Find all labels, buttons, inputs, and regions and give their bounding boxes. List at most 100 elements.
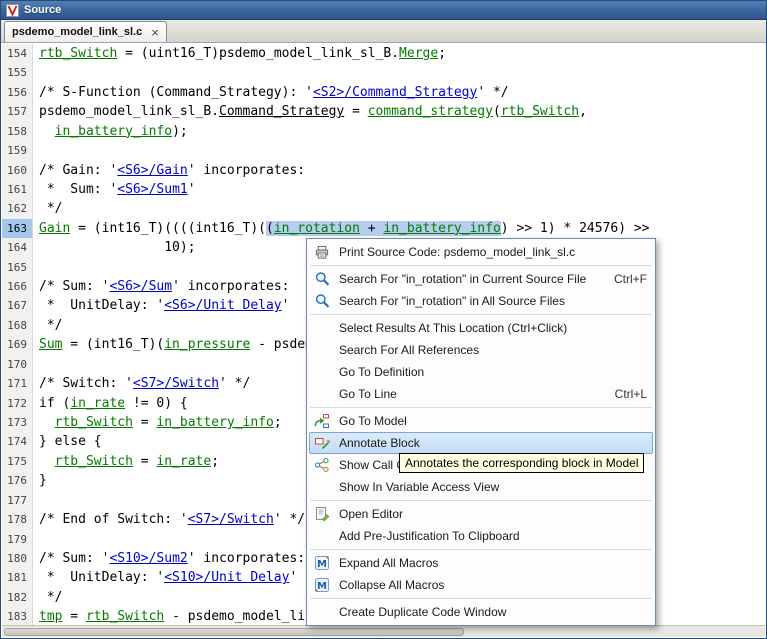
menu-item-label: Go To Definition [339,365,424,379]
code-link[interactable]: Gain [39,221,70,236]
code-link[interactable]: rtb_Switch [86,609,164,624]
code-text[interactable]: /* Sum: '<S10>/Sum2' incorporates: [33,549,305,568]
code-link[interactable]: rtb_Switch [55,415,133,430]
code-link[interactable]: command_strategy [368,104,493,119]
code-text[interactable] [33,141,39,160]
code-text[interactable]: psdemo_model_link_sl_B.Command_Strategy … [33,102,587,121]
code-line[interactable]: 155 [2,63,765,82]
code-text[interactable]: */ [33,316,62,335]
menu-item-print-source-code-psdemo-model-link-sl-c[interactable]: Print Source Code: psdemo_model_link_sl.… [309,241,653,263]
code-link[interactable]: rtb_Switch [55,454,133,469]
code-link[interactable]: <S6>/Sum [109,279,172,294]
menu-item-collapse-all-macros[interactable]: MCollapse All Macros [309,574,653,596]
code-link[interactable]: <S7>/Switch [133,376,219,391]
menu-item-search-for-in-rotation-in-all-source-files[interactable]: Search For "in_rotation" in All Source F… [309,290,653,312]
line-number: 173 [2,413,33,432]
menu-item-label: Print Source Code: psdemo_model_link_sl.… [339,245,575,259]
code-line[interactable]: 154rtb_Switch = (uint16_T)psdemo_model_l… [2,44,765,63]
menu-icon-empty [311,363,333,381]
code-link[interactable]: <S10>/Unit Delay [164,570,289,585]
code-line[interactable]: 159 [2,141,765,160]
code-line[interactable]: 157psdemo_model_link_sl_B.Command_Strate… [2,102,765,121]
code-token: ' */ [274,512,305,527]
code-text[interactable]: } else { [33,432,102,451]
code-text[interactable] [33,491,39,510]
code-link[interactable]: in_battery_info [383,221,500,236]
code-line[interactable]: 156/* S-Function (Command_Strategy): '<S… [2,83,765,102]
code-link[interactable]: in_rate [70,396,125,411]
code-line[interactable]: 162 */ [2,199,765,218]
code-text[interactable]: /* Switch: '<S7>/Switch' */ [33,374,250,393]
code-token: , [579,104,587,119]
line-number: 168 [2,316,33,335]
menu-item-search-for-in-rotation-in-current-source-file[interactable]: Search For "in_rotation" in Current Sour… [309,268,653,290]
code-link[interactable]: Merge [399,46,438,61]
code-text[interactable]: */ [33,199,62,218]
code-text[interactable]: } [33,471,47,490]
line-number: 155 [2,63,33,82]
code-link[interactable]: <S6>/Unit Delay [164,298,281,313]
code-text[interactable] [33,63,39,82]
code-text[interactable]: Gain = (int16_T)((((int16_T)((in_rotatio… [33,219,650,238]
tab-close-icon[interactable]: × [151,26,159,39]
menu-item-open-editor[interactable]: Open Editor [309,503,653,525]
menu-separator [310,314,652,315]
code-text[interactable] [33,258,39,277]
line-number: 158 [2,122,33,141]
source-window: Source psdemo_model_link_sl.c × 154rtb_S… [0,0,767,639]
code-link[interactable]: Sum [39,337,62,352]
menu-item-go-to-definition[interactable]: Go To Definition [309,361,653,383]
code-text[interactable]: rtb_Switch = in_battery_info; [33,413,282,432]
code-text[interactable]: rtb_Switch = (uint16_T)psdemo_model_link… [33,44,446,63]
code-text[interactable]: /* Gain: '<S6>/Gain' incorporates: [33,161,305,180]
code-link[interactable]: rtb_Switch [39,46,117,61]
code-text[interactable]: /* Sum: '<S6>/Sum' incorporates: [33,277,289,296]
code-line[interactable]: 163Gain = (int16_T)((((int16_T)((in_rota… [2,219,765,238]
code-link[interactable]: <S7>/Switch [188,512,274,527]
code-line[interactable]: 160/* Gain: '<S6>/Gain' incorporates: [2,161,765,180]
code-text[interactable]: 10); [33,238,196,257]
code-link[interactable]: in_rotation [274,221,360,236]
menu-item-go-to-line[interactable]: Go To LineCtrl+L [309,383,653,405]
code-link[interactable]: <S10>/Sum2 [109,551,187,566]
code-link[interactable]: rtb_Switch [501,104,579,119]
code-token: ) >> 1) * 24576) >> [501,221,650,236]
code-link[interactable]: in_rate [156,454,211,469]
code-text[interactable]: * UnitDelay: '<S10>/Unit Delay' [33,568,297,587]
menu-item-go-to-model[interactable]: Go To Model [309,410,653,432]
code-text[interactable]: /* S-Function (Command_Strategy): '<S2>/… [33,83,509,102]
menu-item-select-results-at-this-location-ctrl-click[interactable]: Select Results At This Location (Ctrl+Cl… [309,317,653,339]
code-link[interactable]: in_battery_info [55,124,172,139]
menu-item-create-duplicate-code-window[interactable]: Create Duplicate Code Window [309,601,653,623]
code-line[interactable]: 158 in_battery_info); [2,122,765,141]
horizontal-scrollbar[interactable] [2,625,765,637]
scrollbar-thumb[interactable] [4,628,464,636]
menu-item-add-pre-justification-to-clipboard[interactable]: Add Pre-Justification To Clipboard [309,525,653,547]
line-number: 181 [2,568,33,587]
menu-item-annotate-block[interactable]: Annotate Block [309,432,653,454]
code-link[interactable]: in_pressure [164,337,250,352]
code-text[interactable]: /* End of Switch: '<S7>/Switch' */ [33,510,305,529]
code-link[interactable]: tmp [39,609,62,624]
menu-item-search-for-all-references[interactable]: Search For All References [309,339,653,361]
code-text[interactable]: * UnitDelay: '<S6>/Unit Delay' [33,296,289,315]
code-link[interactable]: <S2>/Command_Strategy [313,85,477,100]
code-token: */ [39,590,62,605]
code-text[interactable]: * Sum: '<S6>/Sum1' [33,180,196,199]
menu-item-show-in-variable-access-view[interactable]: Show In Variable Access View [309,476,653,498]
tab-psdemo-model-link-sl-c[interactable]: psdemo_model_link_sl.c × [4,21,167,42]
menu-item-expand-all-macros[interactable]: MExpand All Macros [309,552,653,574]
code-text[interactable]: if (in_rate != 0) { [33,394,188,413]
code-text[interactable]: in_battery_info); [33,122,188,141]
code-text[interactable] [33,530,39,549]
code-text[interactable]: rtb_Switch = in_rate; [33,452,219,471]
window-title: Source [24,4,61,16]
code-text[interactable]: */ [33,588,62,607]
code-link[interactable]: <S6>/Gain [117,163,187,178]
code-text[interactable] [33,355,39,374]
code-link[interactable]: Command_Strategy [219,104,344,119]
code-line[interactable]: 161 * Sum: '<S6>/Sum1' [2,180,765,199]
code-link[interactable]: in_battery_info [156,415,273,430]
code-token: * UnitDelay: ' [39,570,164,585]
code-link[interactable]: <S6>/Sum1 [117,182,187,197]
